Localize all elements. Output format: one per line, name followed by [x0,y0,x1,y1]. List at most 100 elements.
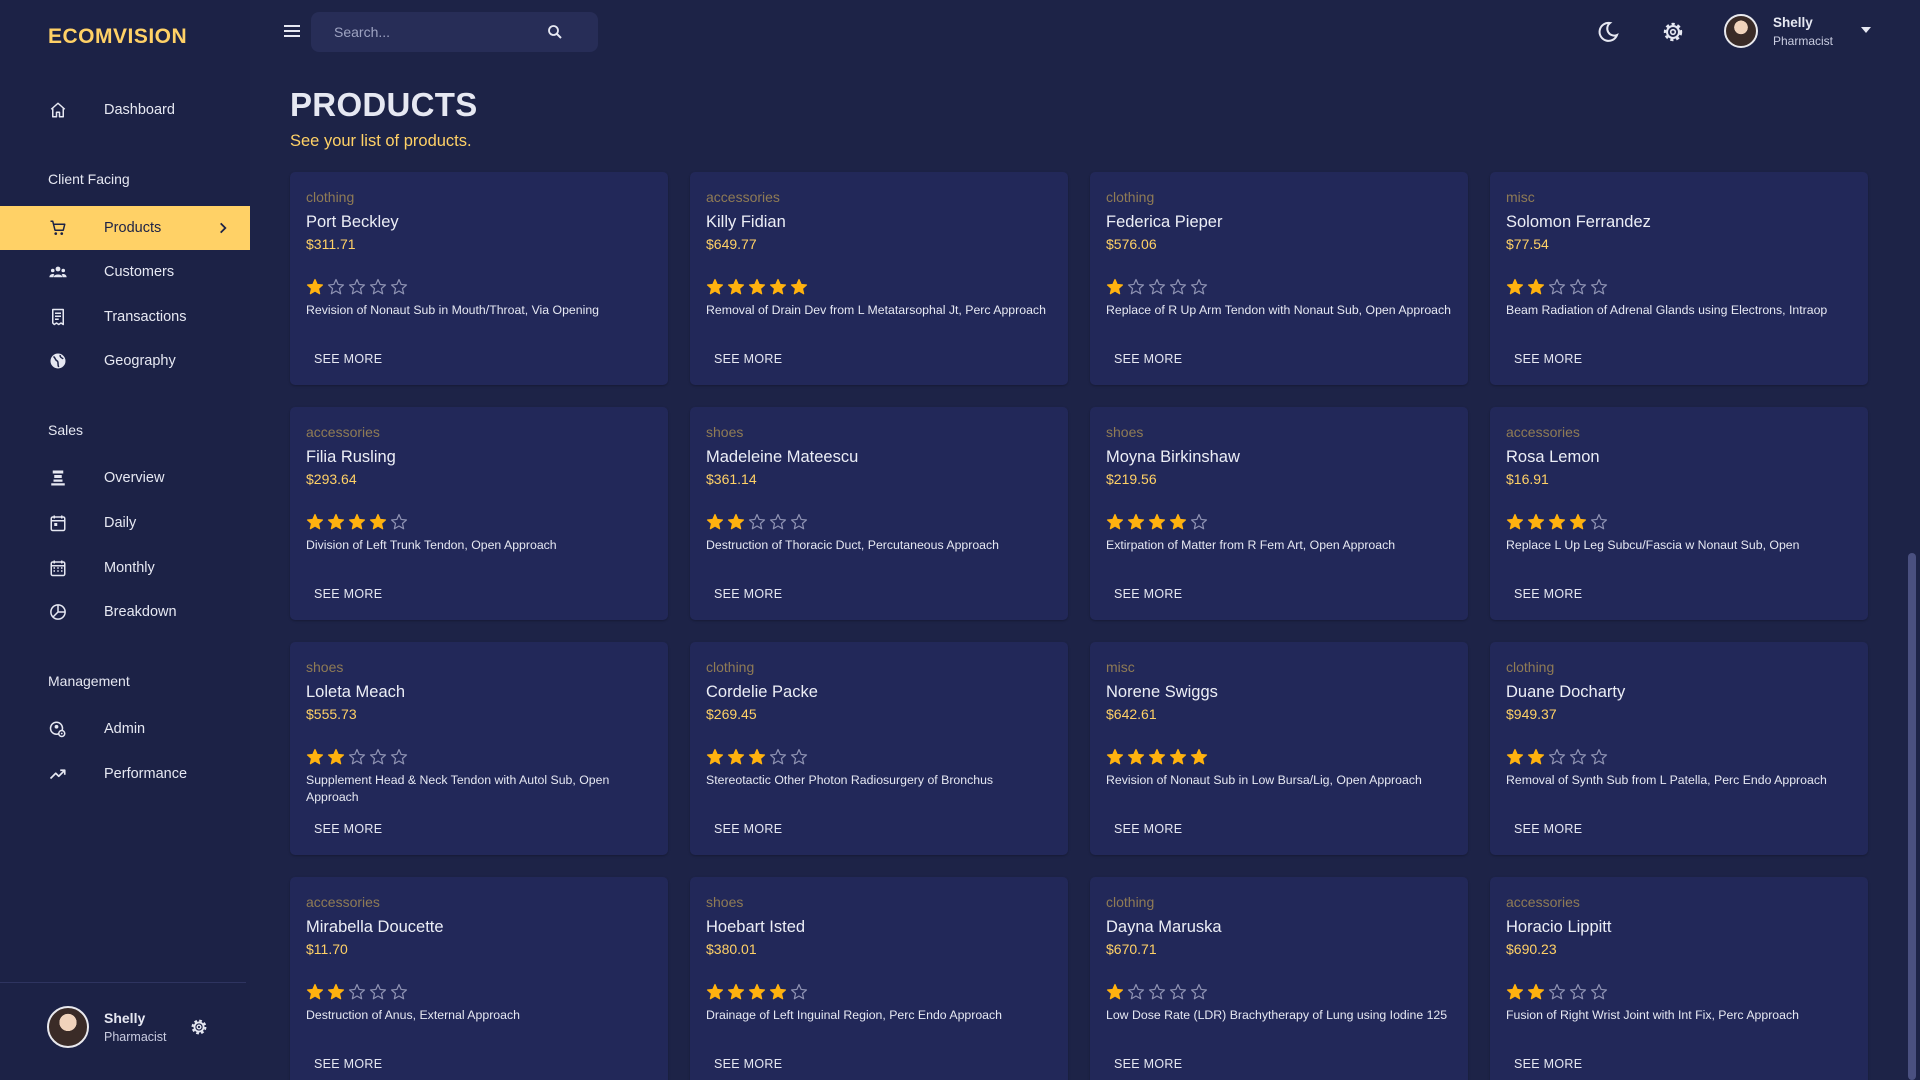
star-filled-icon [327,983,345,1000]
star-empty-icon [1569,748,1587,765]
sidebar: ECOMVISION Dashboard Client Facing Produ… [0,0,250,1080]
calendar-today-icon [48,513,68,533]
see-more-button[interactable]: SEE MORE [1514,582,1852,606]
search-bar [311,12,598,52]
see-more-button[interactable]: SEE MORE [1114,347,1452,371]
star-empty-icon [1190,278,1208,295]
see-more-button[interactable]: SEE MORE [1514,347,1852,371]
see-more-button[interactable]: SEE MORE [714,817,1052,841]
product-rating [1106,513,1452,531]
moon-icon[interactable] [1596,20,1620,44]
product-category: clothing [1106,189,1155,205]
star-filled-icon [727,983,745,1000]
product-category: accessories [306,894,380,910]
sidebar-item-monthly[interactable]: Monthly [0,546,250,590]
menu-icon[interactable] [282,22,302,40]
see-more-button[interactable]: SEE MORE [1114,1052,1452,1076]
product-price: $555.73 [306,706,357,722]
gear-icon[interactable] [188,1016,210,1038]
see-more-button[interactable]: SEE MORE [1514,1052,1852,1076]
sidebar-item-overview[interactable]: Overview [0,456,250,500]
star-empty-icon [1548,278,1566,295]
see-more-button[interactable]: SEE MORE [714,582,1052,606]
star-empty-icon [1169,278,1187,295]
overview-icon [48,468,68,488]
product-price: $293.64 [306,471,357,487]
star-filled-icon [1506,278,1524,295]
search-icon[interactable] [546,23,564,41]
product-card: shoes Moyna Birkinshaw $219.56 Extirpation … [1090,407,1468,620]
see-more-button[interactable]: SEE MORE [314,1052,652,1076]
see-more-button[interactable]: SEE MORE [314,347,652,371]
see-more-button[interactable]: SEE MORE [1114,817,1452,841]
sidebar-item-geography[interactable]: Geography [0,339,250,383]
star-filled-icon [1106,513,1124,530]
star-empty-icon [390,748,408,765]
customers-icon [48,262,68,282]
see-more-button[interactable]: SEE MORE [714,1052,1052,1076]
star-filled-icon [327,513,345,530]
star-empty-icon [790,983,808,1000]
avatar[interactable] [47,1006,89,1048]
product-card: accessories Horacio Lippitt $690.23 Fusion … [1490,877,1868,1080]
product-name: Federica Pieper [1106,213,1223,231]
star-empty-icon [1148,278,1166,295]
product-description: Replace L Up Leg Subcu/Fascia w Nonaut S… [1506,538,1800,552]
sidebar-item-daily[interactable]: Daily [0,501,250,545]
product-name: Solomon Ferrandez [1506,213,1651,231]
product-price: $380.01 [706,941,757,957]
see-more-button[interactable]: SEE MORE [314,582,652,606]
sidebar-item-breakdown[interactable]: Breakdown [0,590,250,634]
see-more-button[interactable]: SEE MORE [314,817,652,841]
sidebar-item-dashboard[interactable]: Dashboard [0,88,250,132]
see-more-button[interactable]: SEE MORE [1514,817,1852,841]
sidebar-item-admin[interactable]: Admin [0,707,250,751]
product-price: $11.70 [306,941,348,957]
star-empty-icon [390,278,408,295]
brand-logo[interactable]: ECOMVISION [48,25,187,49]
product-rating [1106,278,1452,296]
product-description: Low Dose Rate (LDR) Brachytherapy of Lun… [1106,1008,1448,1022]
product-category: shoes [706,424,744,440]
page-title: PRODUCTS [290,86,478,123]
star-empty-icon [390,513,408,530]
star-empty-icon [769,748,787,765]
star-filled-icon [369,513,387,530]
star-empty-icon [1590,983,1608,1000]
product-name: Killy Fidian [706,213,786,231]
star-empty-icon [1590,748,1608,765]
scrollbar-thumb[interactable] [1908,553,1916,1080]
product-category: shoes [706,894,744,910]
topbar-user-menu[interactable]: Shelly Pharmacist [1724,14,1874,50]
star-filled-icon [1148,748,1166,765]
sidebar-item-customers[interactable]: Customers [0,250,250,294]
product-card: accessories Killy Fidian $649.77 Removal of… [690,172,1068,385]
pie-chart-icon [48,602,68,622]
section-title-management: Management [48,673,130,689]
star-filled-icon [306,983,324,1000]
sidebar-item-performance[interactable]: Performance [0,752,250,796]
sidebar-item-products[interactable]: Products [0,206,250,250]
receipt-icon [48,307,68,327]
product-rating [706,513,1052,531]
product-rating [306,983,652,1001]
product-price: $576.06 [1106,236,1157,252]
star-empty-icon [1148,983,1166,1000]
product-name: Filia Rusling [306,448,396,466]
star-filled-icon [727,748,745,765]
chevron-right-icon [220,222,227,234]
gear-icon[interactable] [1661,20,1685,44]
sidebar-item-transactions[interactable]: Transactions [0,295,250,339]
product-price: $949.37 [1506,706,1557,722]
see-more-button[interactable]: SEE MORE [1114,582,1452,606]
search-input[interactable] [334,22,534,42]
product-price: $77.54 [1506,236,1549,252]
product-price: $269.45 [706,706,757,722]
see-more-button[interactable]: SEE MORE [714,347,1052,371]
sidebar-item-label: Performance [104,766,188,782]
product-rating [1106,983,1452,1001]
product-name: Dayna Maruska [1106,918,1222,936]
sidebar-user: Shelly Pharmacist [47,1006,237,1048]
sidebar-item-label: Overview [104,470,165,486]
product-price: $670.71 [1106,941,1157,957]
